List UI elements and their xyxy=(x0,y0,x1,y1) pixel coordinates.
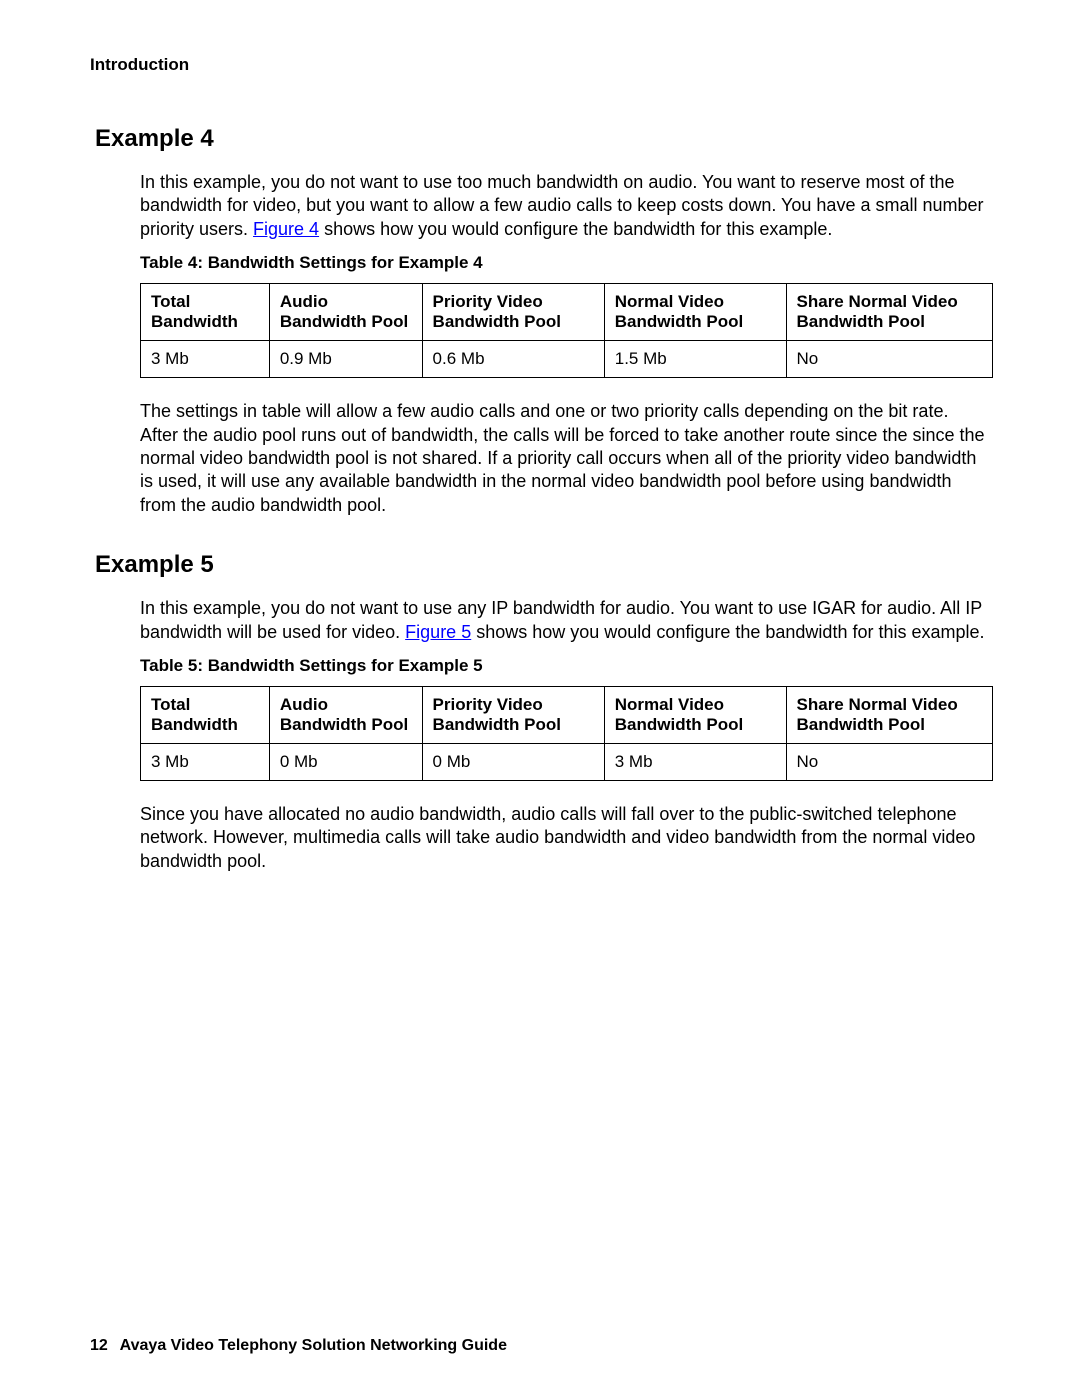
table4-r1c2: 0.9 Mb xyxy=(269,341,422,378)
table4-r1c5: No xyxy=(786,341,992,378)
table5-r1c5: No xyxy=(786,743,992,780)
table5-h1: Total Bandwidth xyxy=(141,686,270,743)
table4-caption: Table 4: Bandwidth Settings for Example … xyxy=(140,253,990,273)
table5-h3: Priority Video Bandwidth Pool xyxy=(422,686,604,743)
table-row: 3 Mb 0.9 Mb 0.6 Mb 1.5 Mb No xyxy=(141,341,993,378)
example4-after: The settings in table will allow a few a… xyxy=(140,400,990,517)
example5-intro: In this example, you do not want to use … xyxy=(140,597,990,644)
table-row: 3 Mb 0 Mb 0 Mb 3 Mb No xyxy=(141,743,993,780)
example5-intro-post: shows how you would configure the bandwi… xyxy=(471,622,984,642)
table5: Total Bandwidth Audio Bandwidth Pool Pri… xyxy=(140,686,993,781)
table4-h2: Audio Bandwidth Pool xyxy=(269,284,422,341)
table-row: Total Bandwidth Audio Bandwidth Pool Pri… xyxy=(141,686,993,743)
table5-r1c1: 3 Mb xyxy=(141,743,270,780)
page-footer: 12 Avaya Video Telephony Solution Networ… xyxy=(90,1337,507,1355)
table5-h2: Audio Bandwidth Pool xyxy=(269,686,422,743)
table5-h4: Normal Video Bandwidth Pool xyxy=(604,686,786,743)
table4-r1c4: 1.5 Mb xyxy=(604,341,786,378)
table4-r1c3: 0.6 Mb xyxy=(422,341,604,378)
table-row: Total Bandwidth Audio Bandwidth Pool Pri… xyxy=(141,284,993,341)
table4-h1: Total Bandwidth xyxy=(141,284,270,341)
table5-r1c3: 0 Mb xyxy=(422,743,604,780)
figure4-link[interactable]: Figure 4 xyxy=(253,219,319,239)
example4-intro-post: shows how you would configure the bandwi… xyxy=(319,219,832,239)
table4-h5: Share Normal Video Bandwidth Pool xyxy=(786,284,992,341)
page-number: 12 xyxy=(90,1337,108,1354)
table4-h3: Priority Video Bandwidth Pool xyxy=(422,284,604,341)
example4-intro: In this example, you do not want to use … xyxy=(140,171,990,241)
running-header: Introduction xyxy=(90,55,990,75)
example4-heading: Example 4 xyxy=(95,125,990,153)
table5-r1c4: 3 Mb xyxy=(604,743,786,780)
table4-r1c1: 3 Mb xyxy=(141,341,270,378)
table4-h4: Normal Video Bandwidth Pool xyxy=(604,284,786,341)
example5-heading: Example 5 xyxy=(95,551,990,579)
table5-h5: Share Normal Video Bandwidth Pool xyxy=(786,686,992,743)
example5-after: Since you have allocated no audio bandwi… xyxy=(140,803,990,873)
table4: Total Bandwidth Audio Bandwidth Pool Pri… xyxy=(140,283,993,378)
footer-title: Avaya Video Telephony Solution Networkin… xyxy=(120,1337,507,1354)
table5-caption: Table 5: Bandwidth Settings for Example … xyxy=(140,656,990,676)
table5-r1c2: 0 Mb xyxy=(269,743,422,780)
figure5-link[interactable]: Figure 5 xyxy=(405,622,471,642)
